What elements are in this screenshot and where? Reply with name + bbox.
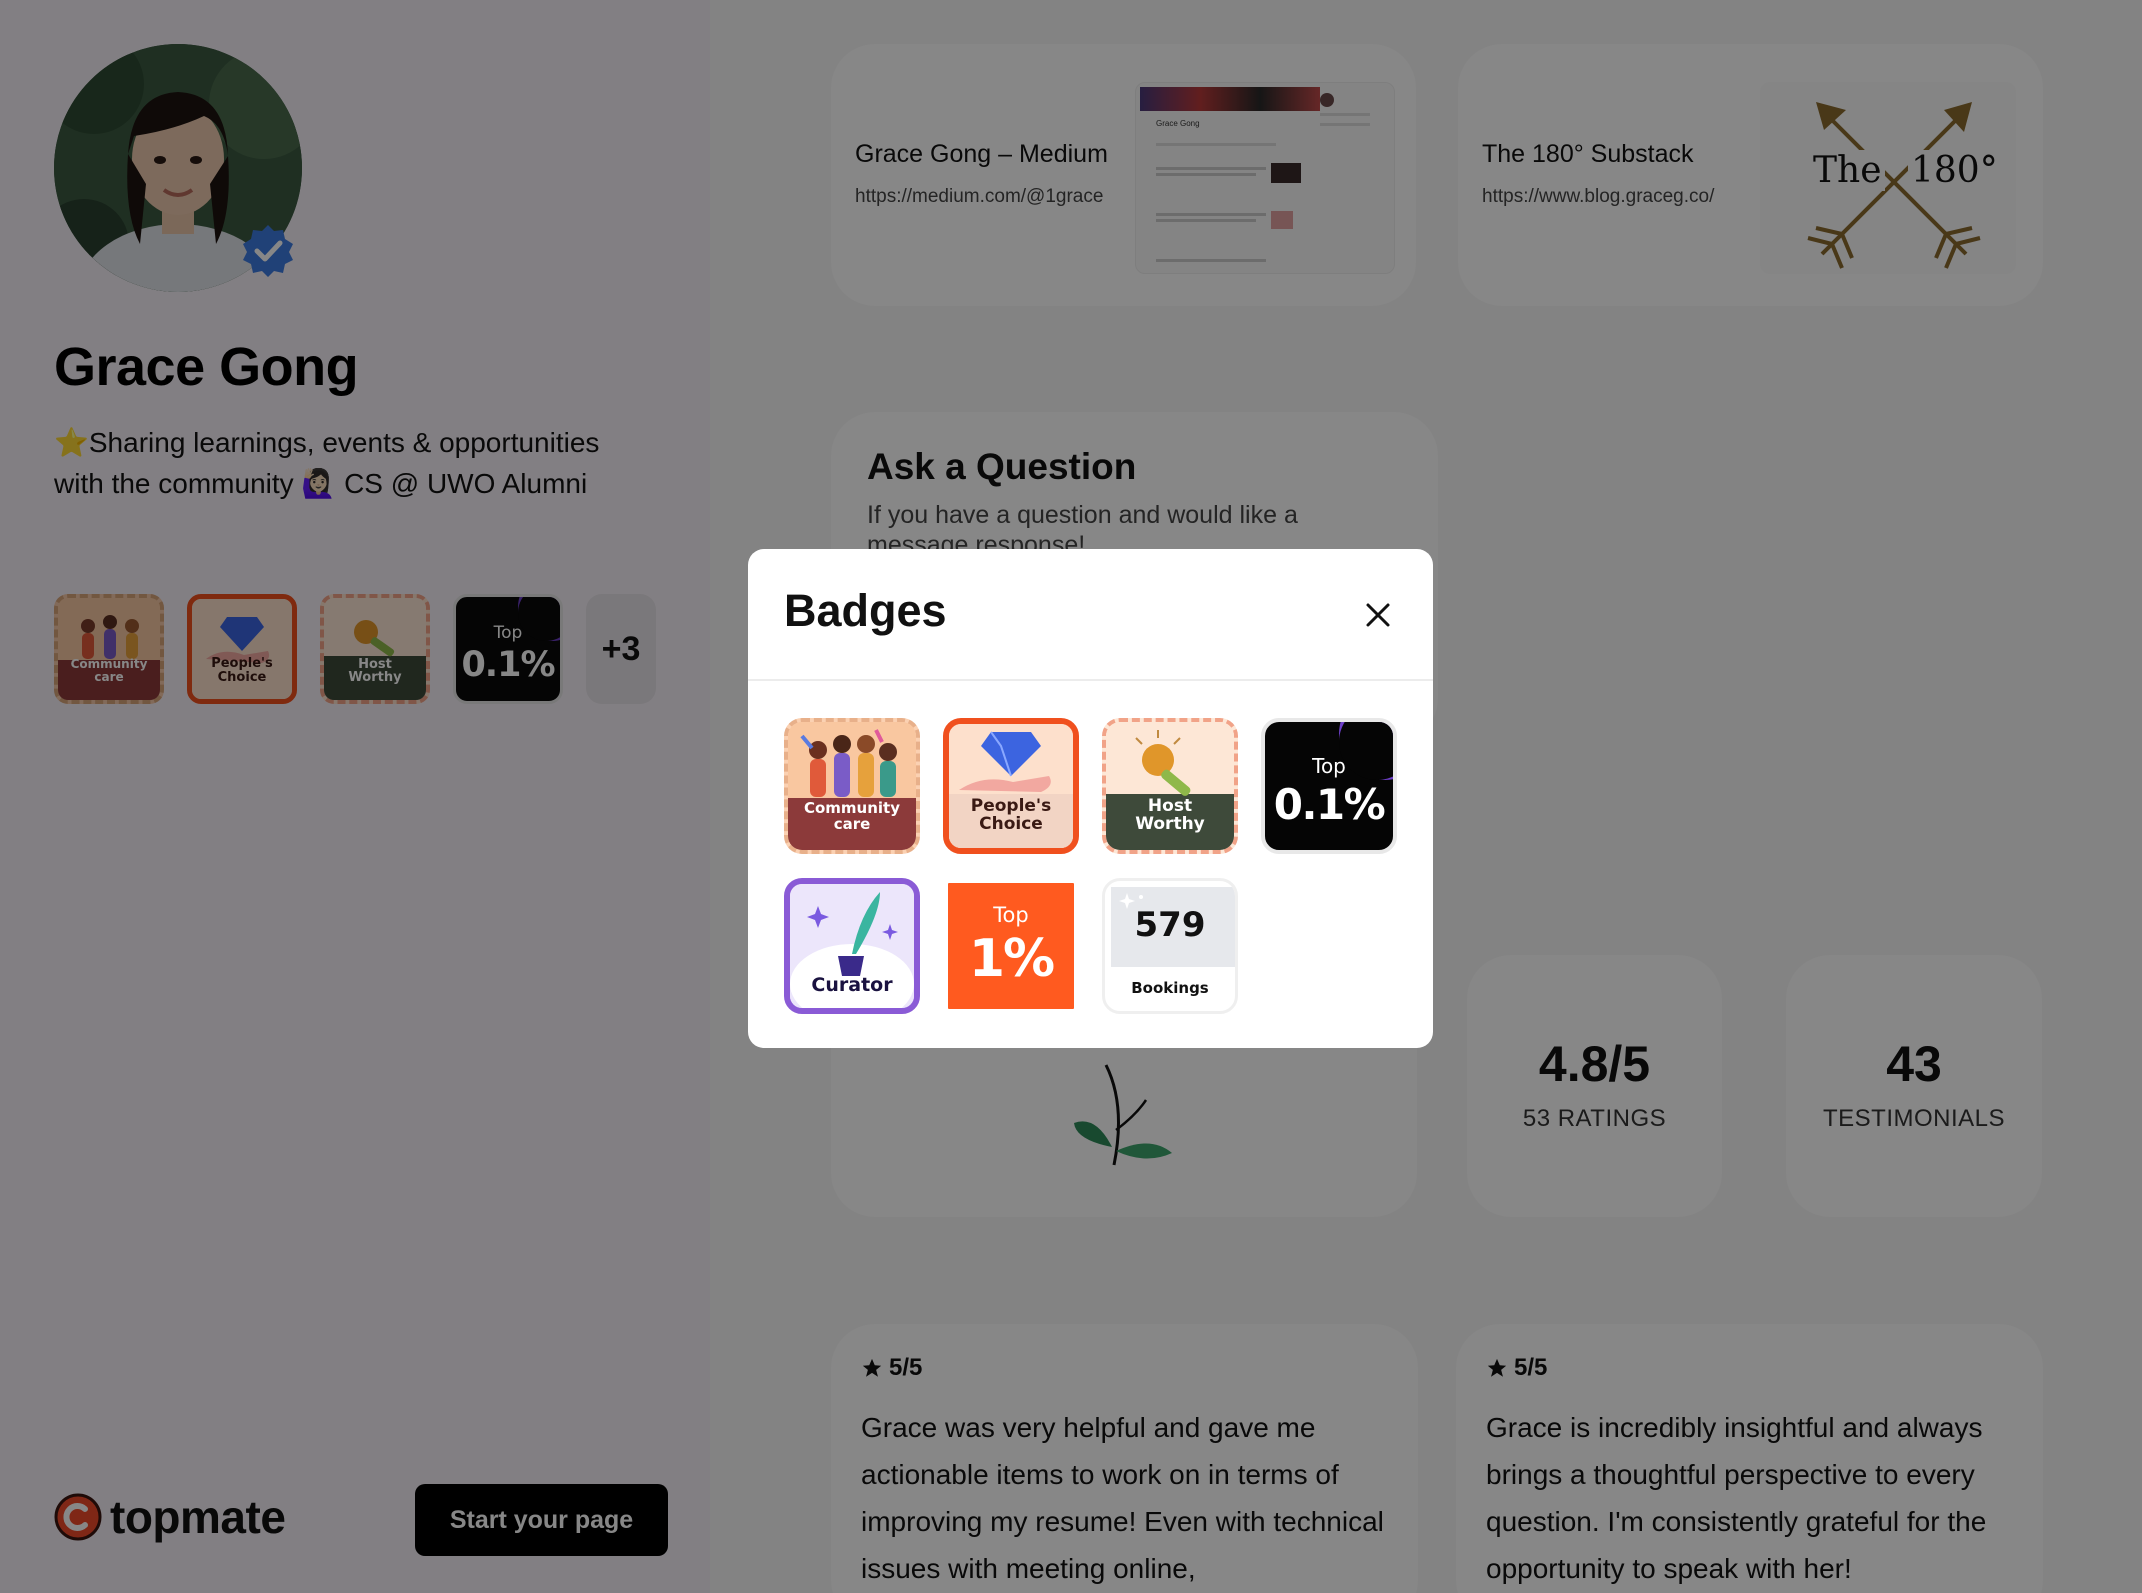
badge-top-label: Top [1312, 754, 1346, 778]
badge-peoples-choice[interactable]: People's Choice [943, 718, 1079, 854]
close-icon [1366, 603, 1390, 627]
badge-top-value: 0.1% [1273, 780, 1386, 829]
badges-modal: Badges Community care People's Choice Ho… [748, 549, 1433, 1048]
badge-host-worthy-label-2: Worthy [1135, 814, 1205, 834]
badge-top-0-1[interactable]: Top 0.1% [1261, 718, 1397, 854]
badge-community-care[interactable]: Community care [784, 718, 920, 854]
badge-bookings-label: Bookings [1131, 979, 1209, 997]
badge-top-label: Top [993, 903, 1029, 927]
badge-bookings-value: 579 [1134, 905, 1206, 945]
badge-top-1[interactable]: Top 1% [943, 878, 1079, 1014]
badge-curator-label: Curator [811, 974, 893, 996]
modal-title: Badges [784, 585, 947, 636]
badge-host-worthy-label: Host [1147, 796, 1193, 816]
badge-community-care-label-2: care [833, 815, 871, 833]
close-button[interactable] [1348, 585, 1408, 645]
badge-community-care-label: Community [803, 799, 901, 817]
badge-peoples-choice-label: People's [970, 796, 1052, 816]
modal-header: Badges [748, 549, 1433, 681]
badge-peoples-choice-label-2: Choice [979, 814, 1043, 834]
badge-curator[interactable]: Curator [784, 878, 920, 1014]
badge-grid: Community care People's Choice Host Wort… [784, 718, 1397, 1014]
badge-bookings[interactable]: 579 Bookings [1102, 878, 1238, 1014]
badge-top-value: 1% [968, 929, 1055, 989]
badge-host-worthy[interactable]: Host Worthy [1102, 718, 1238, 854]
